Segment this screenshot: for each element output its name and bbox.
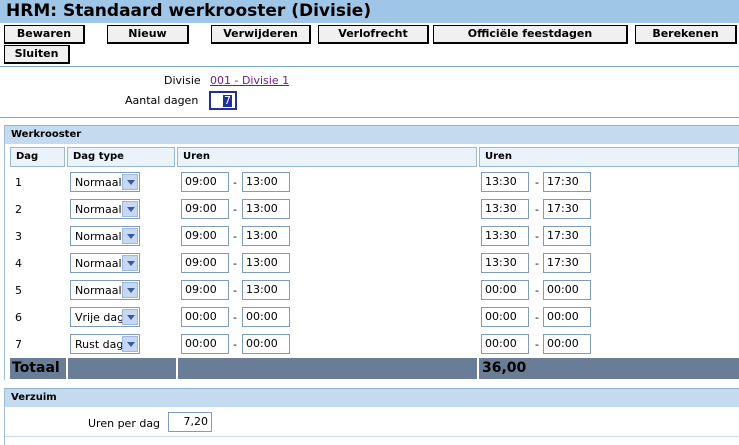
verwijderen-button[interactable]: Verwijderen bbox=[211, 25, 311, 44]
row-2-dash-2: - bbox=[535, 203, 539, 216]
dag-type-column-header: Dag type bbox=[67, 147, 175, 167]
row-1-start-2-input[interactable]: 13:30 bbox=[481, 172, 529, 192]
row-3-dash-2: - bbox=[535, 230, 539, 243]
row-7-dag: 7 bbox=[15, 338, 22, 351]
row-6-dag-type-select[interactable]: Vrije dag bbox=[70, 307, 140, 327]
row-1-dag-type-value: Normaal bbox=[75, 176, 122, 189]
row-4-end-1-input[interactable]: 13:00 bbox=[242, 253, 290, 273]
row-7-dash-1: - bbox=[233, 338, 237, 351]
totaal-label: Totaal bbox=[12, 360, 60, 376]
berekenen-button[interactable]: Berekenen bbox=[635, 25, 737, 44]
row-5-dash-2: - bbox=[535, 284, 539, 297]
row-2-dash-1: - bbox=[233, 203, 237, 216]
row-4-dag: 4 bbox=[15, 257, 22, 270]
row-4-dash-2: - bbox=[535, 257, 539, 270]
row-4-start-2-input[interactable]: 13:30 bbox=[481, 253, 529, 273]
row-3-dag-type-value: Normaal bbox=[75, 230, 122, 243]
uren-per-dag-label: Uren per dag bbox=[88, 417, 161, 430]
row-2-start-1-input[interactable]: 09:00 bbox=[181, 199, 229, 219]
officiele-feestdagen-button[interactable]: Officiële feestdagen bbox=[433, 25, 628, 44]
row-6-start-2-input[interactable]: 00:00 bbox=[481, 307, 529, 327]
chevron-down-icon bbox=[122, 228, 138, 244]
row-7-dag-type-select[interactable]: Rust dag bbox=[70, 334, 140, 354]
row-7-dash-2: - bbox=[535, 338, 539, 351]
row-3-start-2-input[interactable]: 13:30 bbox=[481, 226, 529, 246]
row-4-end-2-input[interactable]: 17:30 bbox=[543, 253, 591, 273]
dag-column-header: Dag bbox=[10, 147, 65, 167]
chevron-down-icon bbox=[122, 282, 138, 298]
row-6-dag: 6 bbox=[15, 311, 22, 324]
row-5-dag-type-value: Normaal bbox=[75, 284, 122, 297]
sluiten-button[interactable]: Sluiten bbox=[4, 45, 70, 64]
window-title: HRM: Standaard werkrooster (Divisie) bbox=[0, 0, 739, 23]
row-1-dash-2: - bbox=[535, 176, 539, 189]
row-3-dag-type-select[interactable]: Normaal bbox=[70, 226, 140, 246]
row-4-start-1-input[interactable]: 09:00 bbox=[181, 253, 229, 273]
row-3-end-2-input[interactable]: 17:30 bbox=[543, 226, 591, 246]
uren-column-header-2: Uren bbox=[479, 147, 739, 167]
row-1-dag-type-select[interactable]: Normaal bbox=[70, 172, 140, 192]
row-6-end-2-input[interactable]: 00:00 bbox=[543, 307, 591, 327]
row-1-start-1-input[interactable]: 09:00 bbox=[181, 172, 229, 192]
row-2-dag-type-value: Normaal bbox=[75, 203, 122, 216]
totaal-uren-cell-1 bbox=[178, 358, 477, 379]
chevron-down-icon bbox=[122, 174, 138, 190]
row-2-dag: 2 bbox=[15, 203, 22, 216]
toolbar-divider bbox=[0, 66, 739, 67]
row-7-end-2-input[interactable]: 00:00 bbox=[543, 334, 591, 354]
row-4-dag-type-value: Normaal bbox=[75, 257, 122, 270]
divisie-label: Divisie bbox=[164, 74, 201, 87]
aantal-dagen-input[interactable]: 7 bbox=[209, 91, 237, 110]
row-4-dag-type-select[interactable]: Normaal bbox=[70, 253, 140, 273]
row-7-end-1-input[interactable]: 00:00 bbox=[242, 334, 290, 354]
row-2-dag-type-select[interactable]: Normaal bbox=[70, 199, 140, 219]
nieuw-button[interactable]: Nieuw bbox=[107, 25, 189, 44]
chevron-down-icon bbox=[122, 255, 138, 271]
row-2-end-2-input[interactable]: 17:30 bbox=[543, 199, 591, 219]
bewaren-button[interactable]: Bewaren bbox=[4, 25, 85, 44]
row-3-dag: 3 bbox=[15, 230, 22, 243]
row-7-dag-type-value: Rust dag bbox=[75, 338, 124, 351]
aantal-dagen-label: Aantal dagen bbox=[125, 94, 199, 107]
aantal-dagen-value: 7 bbox=[223, 94, 232, 107]
chevron-down-icon bbox=[122, 201, 138, 217]
verzuim-divider bbox=[5, 436, 739, 437]
chevron-down-icon bbox=[122, 336, 138, 352]
row-1-end-1-input[interactable]: 13:00 bbox=[242, 172, 290, 192]
verlofrecht-button[interactable]: Verlofrecht bbox=[318, 25, 429, 44]
chevron-down-icon bbox=[122, 309, 138, 325]
row-1-dag: 1 bbox=[15, 176, 22, 189]
row-2-end-1-input[interactable]: 13:00 bbox=[242, 199, 290, 219]
row-6-dash-1: - bbox=[233, 311, 237, 324]
row-5-end-2-input[interactable]: 00:00 bbox=[543, 280, 591, 300]
row-3-end-1-input[interactable]: 13:00 bbox=[242, 226, 290, 246]
row-5-start-1-input[interactable]: 09:00 bbox=[181, 280, 229, 300]
row-7-start-1-input[interactable]: 00:00 bbox=[181, 334, 229, 354]
row-6-start-1-input[interactable]: 00:00 bbox=[181, 307, 229, 327]
row-1-end-2-input[interactable]: 17:30 bbox=[543, 172, 591, 192]
row-3-start-1-input[interactable]: 09:00 bbox=[181, 226, 229, 246]
uren-column-header-1: Uren bbox=[177, 147, 477, 167]
row-5-dag: 5 bbox=[15, 284, 22, 297]
form-divider bbox=[0, 117, 739, 118]
row-5-end-1-input[interactable]: 13:00 bbox=[242, 280, 290, 300]
totaal-value: 36,00 bbox=[482, 360, 527, 376]
row-6-dash-2: - bbox=[535, 311, 539, 324]
row-3-dash-1: - bbox=[233, 230, 237, 243]
row-6-dag-type-value: Vrije dag bbox=[75, 311, 125, 324]
row-2-start-2-input[interactable]: 13:30 bbox=[481, 199, 529, 219]
totaal-type-cell bbox=[68, 358, 176, 379]
row-5-start-2-input[interactable]: 00:00 bbox=[481, 280, 529, 300]
row-4-dash-1: - bbox=[233, 257, 237, 270]
row-7-start-2-input[interactable]: 00:00 bbox=[481, 334, 529, 354]
row-6-end-1-input[interactable]: 00:00 bbox=[242, 307, 290, 327]
divisie-link[interactable]: 001 - Divisie 1 bbox=[210, 74, 289, 87]
row-5-dash-1: - bbox=[233, 284, 237, 297]
row-1-dash-1: - bbox=[233, 176, 237, 189]
row-5-dag-type-select[interactable]: Normaal bbox=[70, 280, 140, 300]
uren-per-dag-input[interactable]: 7,20 bbox=[168, 412, 212, 432]
